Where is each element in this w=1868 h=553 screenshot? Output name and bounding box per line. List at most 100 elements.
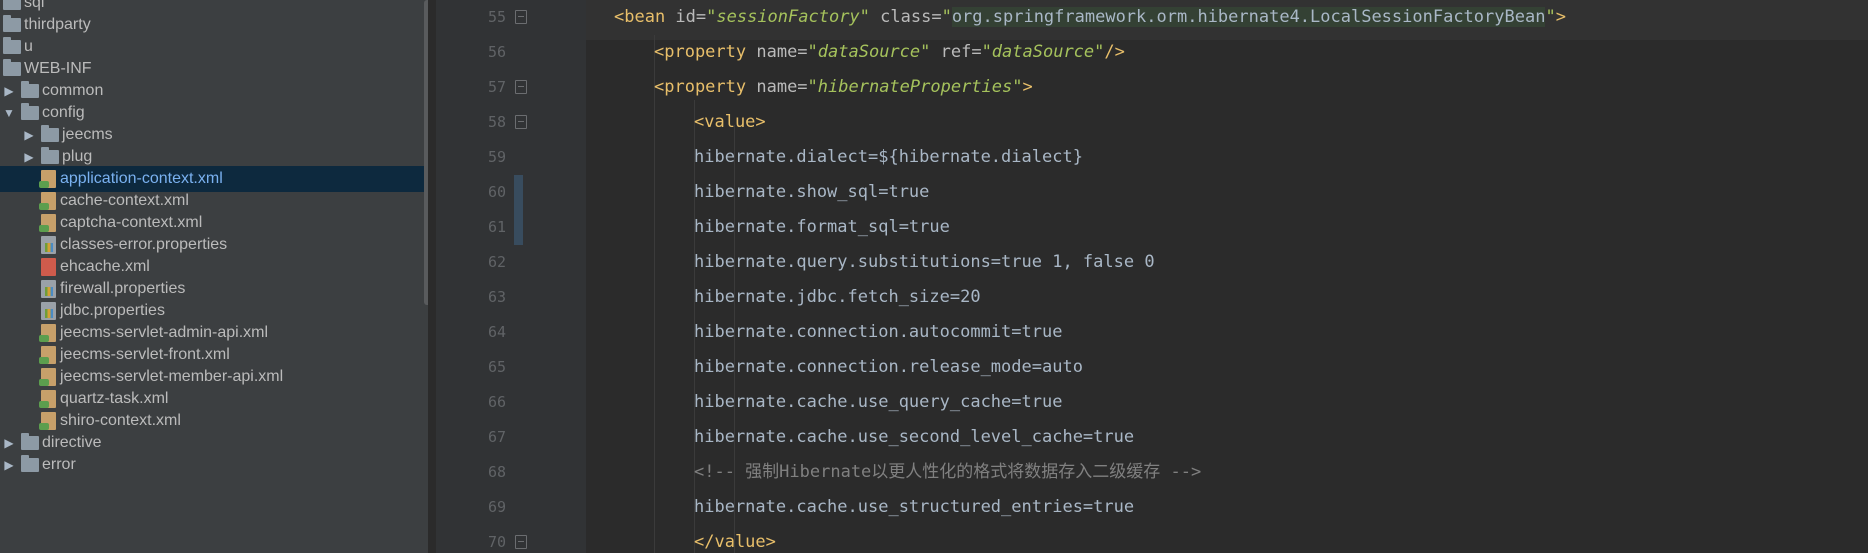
spring-xml-file-icon	[39, 412, 56, 430]
code-line[interactable]: hibernate.cache.use_second_level_cache=t…	[694, 420, 1134, 455]
code-line[interactable]: </value>	[694, 525, 776, 553]
properties-file-icon	[41, 280, 56, 298]
code-token: name=	[756, 42, 808, 62]
line-number: 61	[487, 218, 506, 236]
code-token: hibernate.cache.use_second_level_cache=t…	[694, 427, 1135, 447]
code-token: hibernate.show_sql=true	[694, 182, 930, 202]
folder-icon	[21, 455, 39, 472]
code-line[interactable]: hibernate.cache.use_structured_entries=t…	[694, 490, 1134, 525]
code-token: org.springframework.orm.hibernate4.Local…	[951, 7, 1546, 27]
folder-icon	[3, 37, 21, 54]
line-number: 56	[487, 43, 506, 61]
project-tree-panel: sql thirdparty u WEB-INF ▶ common ▼ config ▶ jeec…	[0, 0, 428, 553]
folder-icon	[3, 59, 21, 76]
line-number: 55	[487, 8, 506, 26]
code-token: <!-- 强制Hibernate以更人性化的格式将数据存入二级缓存 -->	[694, 462, 1202, 482]
properties-file-icon	[41, 302, 56, 320]
line-number: 64	[487, 323, 506, 341]
line-number: 63	[487, 288, 506, 306]
spring-xml-file-icon	[39, 324, 56, 342]
spring-xml-file-icon	[39, 170, 56, 188]
spring-xml-file-icon	[39, 214, 56, 232]
fold-toggle-icon[interactable]	[515, 80, 527, 94]
code-token: name=	[756, 77, 808, 97]
code-token: hibernate.connection.release_mode=auto	[694, 357, 1083, 377]
line-number: 67	[487, 428, 506, 446]
line-number: 62	[487, 253, 506, 271]
line-number: 65	[487, 358, 506, 376]
change-marker[interactable]	[514, 175, 523, 245]
line-number: 68	[487, 463, 506, 481]
code-token: hibernate.dialect=${hibernate.dialect}	[694, 147, 1083, 167]
code-token: />	[1104, 42, 1125, 62]
code-line[interactable]: hibernate.jdbc.fetch_size=20	[694, 280, 981, 315]
fold-toggle-icon[interactable]	[515, 10, 527, 24]
line-number: 66	[487, 393, 506, 411]
code-line[interactable]: <!-- 强制Hibernate以更人性化的格式将数据存入二级缓存 -->	[694, 455, 1201, 490]
code-token: ref=	[930, 42, 982, 62]
code-line[interactable]: hibernate.show_sql=true	[694, 175, 929, 210]
line-number: 60	[487, 183, 506, 201]
expand-arrow-right-icon[interactable]: ▶	[2, 452, 16, 478]
spring-xml-file-icon	[39, 192, 56, 210]
code-token: "dataSource"	[981, 42, 1105, 62]
tree-scrollbar[interactable]	[424, 0, 428, 305]
code-token: "	[941, 7, 952, 27]
line-number: 70	[487, 533, 506, 551]
code-token: <value>	[694, 112, 766, 132]
code-token: "sessionFactory"	[706, 7, 870, 27]
spring-xml-file-icon	[39, 368, 56, 386]
line-number: 58	[487, 113, 506, 131]
code-line[interactable]: hibernate.connection.autocommit=true	[694, 315, 1062, 350]
fold-gutter	[515, 0, 586, 553]
code-token: <property	[654, 42, 757, 62]
code-editor[interactable]: 55 56 57 58 59 60 61 62 63 64 65 66 67 68 69 70 <bean i…	[436, 0, 1868, 553]
code-token: "hibernateProperties"	[807, 77, 1023, 97]
tree-item-label: error	[42, 456, 76, 473]
folder-icon	[41, 125, 59, 142]
code-line[interactable]: <bean id="sessionFactory" class="org.spr…	[614, 0, 1566, 35]
code-token: hibernate.connection.autocommit=true	[694, 322, 1063, 342]
code-line[interactable]: hibernate.query.substitutions=true 1, fa…	[694, 245, 1155, 280]
code-token: "dataSource"	[807, 42, 931, 62]
code-line[interactable]: hibernate.format_sql=true	[694, 210, 950, 245]
line-number: 69	[487, 498, 506, 516]
folder-icon	[21, 81, 39, 98]
code-line[interactable]: <property name="dataSource" ref="dataSou…	[654, 35, 1125, 70]
code-token: <property	[654, 77, 757, 97]
code-token: >	[1022, 77, 1033, 97]
code-token: </value>	[694, 532, 776, 552]
folder-icon	[21, 433, 39, 450]
code-token: hibernate.cache.use_structured_entries=t…	[694, 497, 1135, 517]
folder-icon	[3, 0, 21, 10]
code-token: hibernate.query.substitutions=true 1, fa…	[694, 252, 1155, 272]
xml-file-icon	[41, 258, 56, 276]
code-token: hibernate.cache.use_query_cache=true	[694, 392, 1063, 412]
folder-icon	[41, 147, 59, 164]
spring-xml-file-icon	[39, 346, 56, 364]
fold-toggle-icon[interactable]	[515, 535, 527, 549]
code-token: hibernate.jdbc.fetch_size=20	[694, 287, 981, 307]
indent-guide	[654, 35, 655, 553]
code-token: >	[1555, 7, 1566, 27]
folder-icon	[21, 103, 39, 120]
code-line[interactable]: hibernate.connection.release_mode=auto	[694, 350, 1083, 385]
code-line[interactable]: <property name="hibernateProperties">	[654, 70, 1033, 105]
line-number-gutter: 55 56 57 58 59 60 61 62 63 64 65 66 67 68 69 70	[436, 0, 526, 553]
code-token: id=	[675, 7, 707, 27]
code-token: class=	[869, 7, 942, 27]
fold-toggle-icon[interactable]	[515, 115, 527, 129]
folder-icon	[3, 15, 21, 32]
properties-file-icon	[41, 236, 56, 254]
code-token: <bean	[614, 7, 676, 27]
line-number: 57	[487, 78, 506, 96]
code-area[interactable]: <bean id="sessionFactory" class="org.spr…	[586, 0, 1868, 553]
code-line[interactable]: hibernate.cache.use_query_cache=true	[694, 385, 1062, 420]
code-line[interactable]: hibernate.dialect=${hibernate.dialect}	[694, 140, 1083, 175]
spring-xml-file-icon	[39, 390, 56, 408]
code-token: hibernate.format_sql=true	[694, 217, 950, 237]
code-line[interactable]: <value>	[694, 105, 766, 140]
line-number: 59	[487, 148, 506, 166]
code-token: "	[1545, 7, 1556, 27]
tree-item-error[interactable]: ▶ error	[0, 452, 428, 478]
